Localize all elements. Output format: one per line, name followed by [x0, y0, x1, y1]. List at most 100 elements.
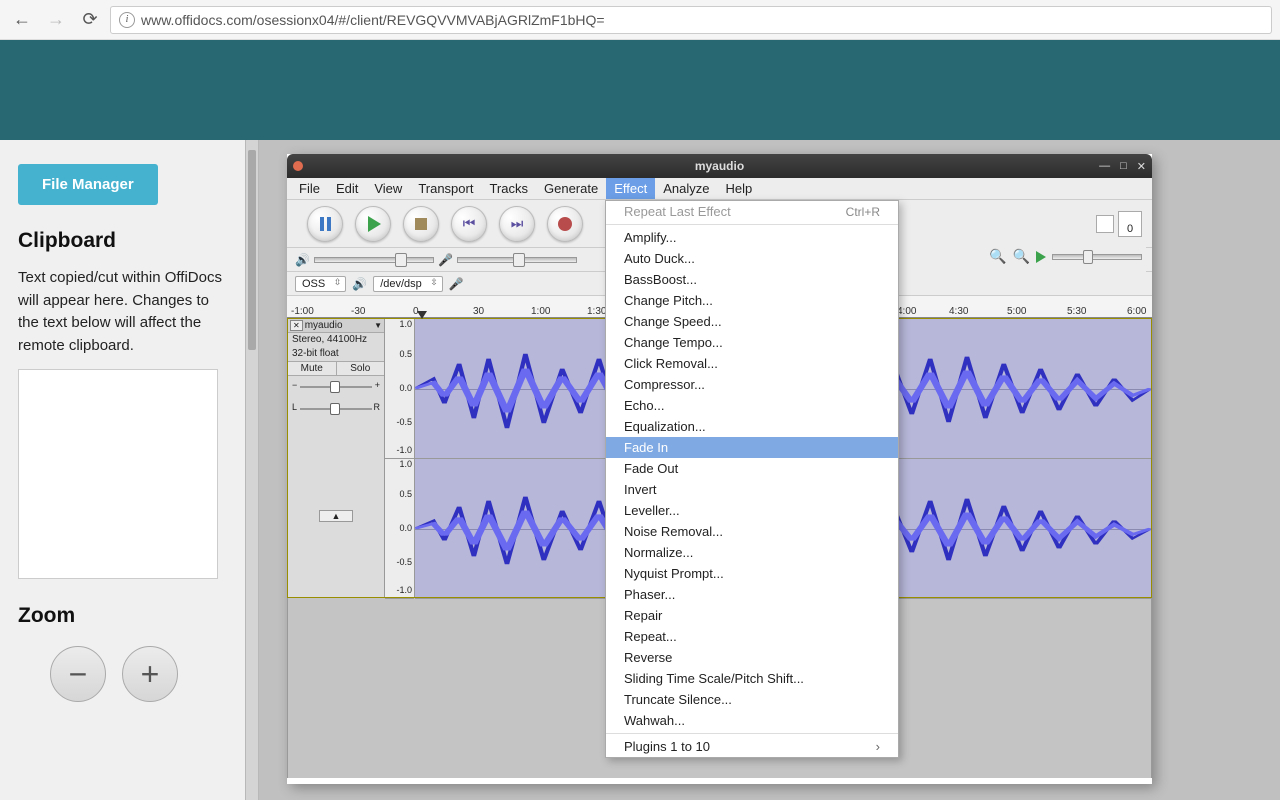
record-button[interactable]: [547, 206, 583, 242]
clipboard-textarea[interactable]: [18, 369, 218, 579]
menu-help[interactable]: Help: [717, 178, 760, 199]
effect-change-pitch[interactable]: Change Pitch...: [606, 290, 898, 311]
zoom-heading: Zoom: [18, 604, 227, 628]
remote-desktop: myaudio — □ ✕ File Edit View Transport T…: [259, 140, 1280, 800]
clipboard-description: Text copied/cut within OffiDocs will app…: [18, 267, 227, 357]
ruler-tick: 4:30: [949, 306, 968, 317]
effect-wahwah[interactable]: Wahwah...: [606, 710, 898, 731]
effect-plugins-submenu[interactable]: Plugins 1 to 10 ›: [606, 736, 898, 757]
speaker-icon: 🔊: [295, 253, 310, 267]
forward-button[interactable]: →: [42, 6, 70, 34]
skip-start-button[interactable]: ⏮: [451, 206, 487, 242]
ruler-tick: 5:30: [1067, 306, 1086, 317]
audacity-window: myaudio — □ ✕ File Edit View Transport T…: [287, 154, 1152, 784]
effect-bassboost[interactable]: BassBoost...: [606, 269, 898, 290]
minimize-icon[interactable]: —: [1099, 160, 1110, 173]
maximize-icon[interactable]: □: [1120, 160, 1127, 173]
ruler-tick: 1:30: [587, 306, 606, 317]
menu-tracks[interactable]: Tracks: [481, 178, 536, 199]
track-pan-slider[interactable]: LR: [288, 398, 384, 420]
ruler-tick: 5:00: [1007, 306, 1026, 317]
effect-auto-duck[interactable]: Auto Duck...: [606, 248, 898, 269]
effect-repeat[interactable]: Repeat...: [606, 626, 898, 647]
ruler-tick: -1:00: [291, 306, 314, 317]
track-close-button[interactable]: ✕: [290, 320, 303, 331]
effect-leveller[interactable]: Leveller...: [606, 500, 898, 521]
zoom-out-button[interactable]: −: [50, 646, 106, 702]
playhead-cursor[interactable]: [417, 311, 427, 319]
effect-fade-in[interactable]: Fade In: [606, 437, 898, 458]
track-name: myaudio: [305, 320, 343, 331]
effect-nyquist-prompt[interactable]: Nyquist Prompt...: [606, 563, 898, 584]
skip-end-button[interactable]: ⏭: [499, 206, 535, 242]
effect-truncate-silence[interactable]: Truncate Silence...: [606, 689, 898, 710]
tool-box-1[interactable]: [1096, 215, 1114, 233]
pause-button[interactable]: [307, 206, 343, 242]
effect-repeat-last[interactable]: Repeat Last Effect Ctrl+R: [606, 201, 898, 222]
mic-icon-2: 🎤: [449, 277, 464, 291]
effect-change-speed[interactable]: Change Speed...: [606, 311, 898, 332]
effect-phaser[interactable]: Phaser...: [606, 584, 898, 605]
track-gain-slider[interactable]: −+: [288, 376, 384, 398]
track-collapse-button[interactable]: ▲: [319, 510, 354, 522]
effect-echo[interactable]: Echo...: [606, 395, 898, 416]
chevron-right-icon: ›: [876, 739, 880, 754]
audio-host-select[interactable]: OSS: [295, 276, 346, 292]
zoom-in-button[interactable]: +: [122, 646, 178, 702]
record-volume-slider[interactable]: [457, 257, 577, 263]
sidebar-scrollbar[interactable]: [245, 140, 259, 800]
menu-analyze[interactable]: Analyze: [655, 178, 717, 199]
effect-equalization[interactable]: Equalization...: [606, 416, 898, 437]
menu-generate[interactable]: Generate: [536, 178, 606, 199]
mute-button[interactable]: Mute: [288, 362, 337, 375]
track-depth: 32-bit float: [288, 347, 384, 361]
effect-repair[interactable]: Repair: [606, 605, 898, 626]
menu-view[interactable]: View: [366, 178, 410, 199]
back-button[interactable]: ←: [8, 6, 36, 34]
effect-normalize[interactable]: Normalize...: [606, 542, 898, 563]
mic-icon: 🎤: [438, 253, 453, 267]
ruler-tick: 6:00: [1127, 306, 1146, 317]
url-bar[interactable]: i www.offidocs.com/osessionx04/#/client/…: [110, 6, 1272, 34]
zoom-out-icon[interactable]: 🔍: [1013, 248, 1030, 265]
effect-click-removal[interactable]: Click Removal...: [606, 353, 898, 374]
effect-change-tempo[interactable]: Change Tempo...: [606, 332, 898, 353]
stop-button[interactable]: [403, 206, 439, 242]
playback-volume-slider[interactable]: [314, 257, 434, 263]
ruler-tick: 30: [473, 306, 484, 317]
track-control-panel[interactable]: ✕ myaudio ▼ Stereo, 44100Hz 32-bit float…: [288, 319, 385, 597]
effect-fade-out[interactable]: Fade Out: [606, 458, 898, 479]
menu-transport[interactable]: Transport: [410, 178, 481, 199]
track-amplitude-scale: 1.0 0.5 0.0 -0.5 -1.0 1.0 0.5 0.0 -0.5 -…: [385, 319, 415, 597]
effect-compressor[interactable]: Compressor...: [606, 374, 898, 395]
speaker-icon-2: 🔊: [352, 277, 367, 291]
file-manager-button[interactable]: File Manager: [18, 164, 158, 205]
effect-dropdown-menu: Repeat Last Effect Ctrl+R Amplify... Aut…: [605, 200, 899, 758]
menu-effect[interactable]: Effect: [606, 178, 655, 199]
output-device-select[interactable]: /dev/dsp: [373, 276, 443, 292]
menu-separator: [606, 224, 898, 225]
effect-noise-removal[interactable]: Noise Removal...: [606, 521, 898, 542]
window-titlebar[interactable]: myaudio — □ ✕: [287, 154, 1152, 178]
solo-button[interactable]: Solo: [337, 362, 385, 375]
close-icon[interactable]: ✕: [1137, 160, 1146, 173]
url-text: www.offidocs.com/osessionx04/#/client/RE…: [141, 12, 605, 28]
effect-sliding-time-scale[interactable]: Sliding Time Scale/Pitch Shift...: [606, 668, 898, 689]
meter-value: 0: [1118, 211, 1142, 237]
ruler-tick: -30: [351, 306, 365, 317]
playback-speed-slider[interactable]: [1052, 254, 1142, 260]
zoom-in-icon[interactable]: 🔍: [989, 248, 1006, 265]
reload-button[interactable]: ⟳: [76, 6, 104, 34]
ruler-tick: 4:00: [897, 306, 916, 317]
play-button[interactable]: [355, 206, 391, 242]
info-icon[interactable]: i: [119, 12, 135, 28]
small-play-icon[interactable]: [1036, 251, 1046, 263]
effect-amplify[interactable]: Amplify...: [606, 227, 898, 248]
menu-edit[interactable]: Edit: [328, 178, 366, 199]
track-menu-dropdown[interactable]: ▼: [374, 321, 382, 330]
right-toolbar-cluster: 0 🔍 🔍: [896, 202, 1146, 274]
window-close-dot[interactable]: [293, 161, 303, 171]
menu-file[interactable]: File: [291, 178, 328, 199]
effect-reverse[interactable]: Reverse: [606, 647, 898, 668]
effect-invert[interactable]: Invert: [606, 479, 898, 500]
